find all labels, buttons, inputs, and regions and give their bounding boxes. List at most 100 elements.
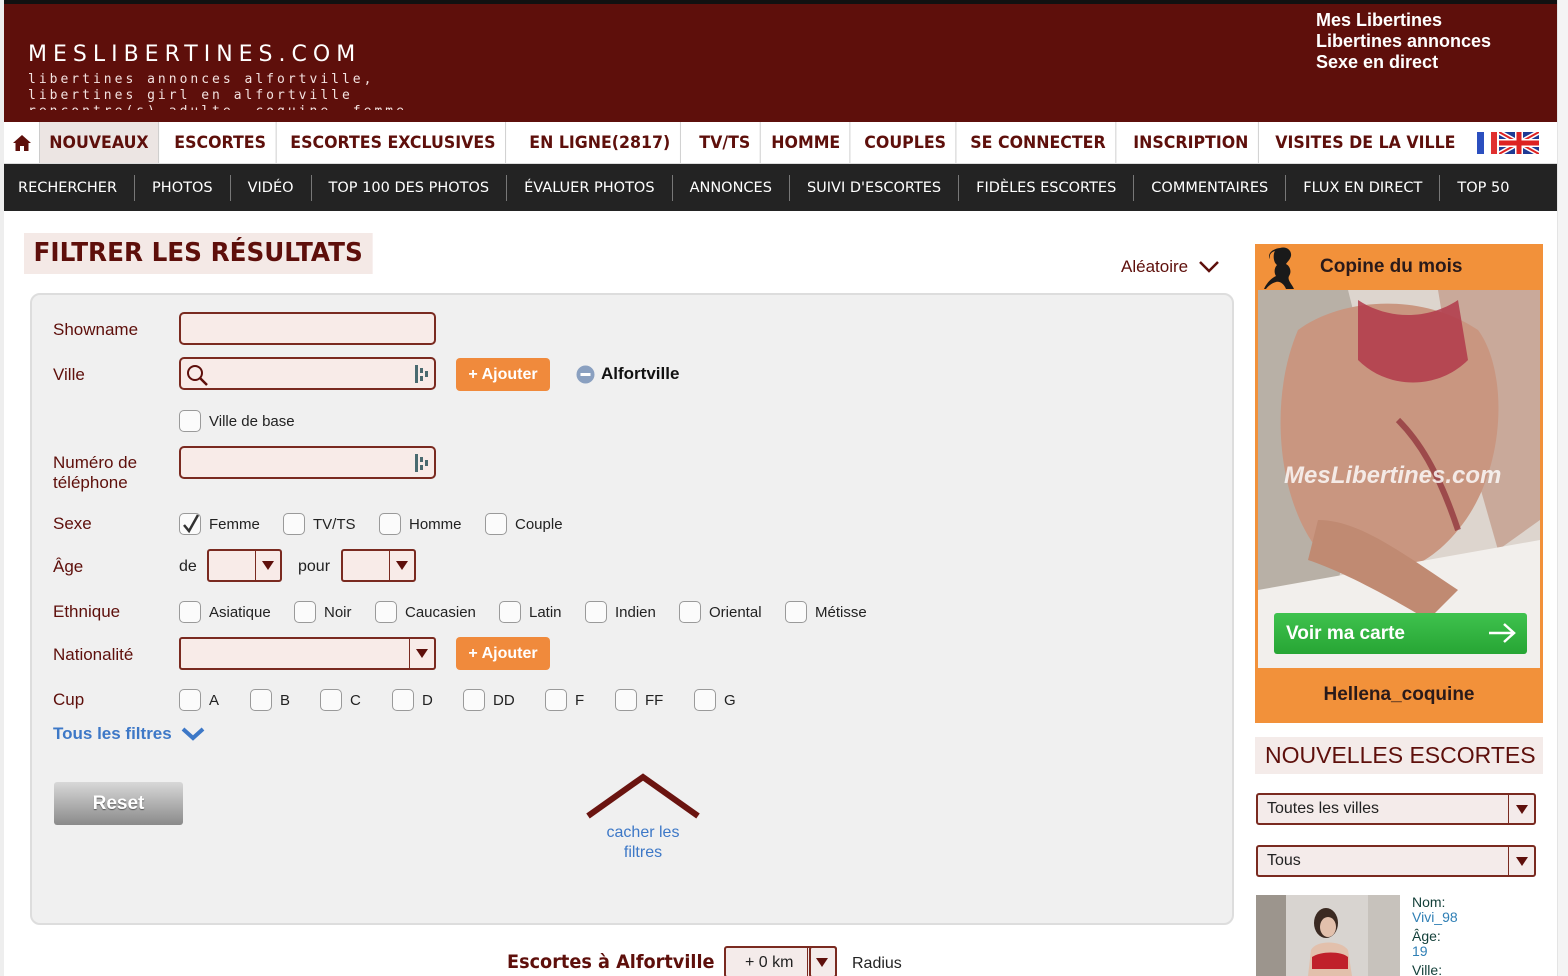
hide-filters-line2: filtres: [623, 844, 663, 861]
ethnique-option-label: Caucasien: [405, 603, 476, 621]
nav-tvts[interactable]: TV/TS: [690, 122, 761, 163]
nav-visites-ville[interactable]: VISITES DE LA VILLE: [1266, 122, 1465, 163]
ethnique-option-label: Métisse: [815, 603, 867, 621]
subnav-fideles[interactable]: FIDÈLES ESCORTES: [959, 174, 1135, 201]
header-link-mes-libertines[interactable]: Mes Libertines: [1316, 10, 1491, 31]
ethnique-option-label: Noir: [324, 603, 352, 621]
subnav-annonces[interactable]: ANNONCES: [673, 174, 790, 201]
profile-thumbnail[interactable]: [1256, 895, 1400, 976]
autofill-icon: [415, 365, 428, 383]
type-select[interactable]: Tous: [1256, 845, 1536, 877]
subnav-suivi[interactable]: SUIVI D'ESCORTES: [790, 174, 960, 201]
ville-input[interactable]: [179, 357, 436, 390]
profile-nom[interactable]: Vivi_98: [1412, 910, 1552, 925]
subnav-commentaires[interactable]: COMMENTAIRES: [1134, 174, 1287, 201]
ethnique-asiatique-checkbox[interactable]: Asiatique: [179, 601, 271, 623]
flag-uk-icon[interactable]: [1499, 132, 1539, 154]
remove-circle-icon[interactable]: [576, 365, 595, 384]
ethnique-caucasien-checkbox[interactable]: Caucasien: [375, 601, 476, 623]
all-filters-toggle[interactable]: Tous les filtres: [53, 724, 206, 744]
ville-de-base-checkbox[interactable]: Ville de base: [179, 410, 295, 432]
selected-city-name: Alfortville: [601, 364, 680, 383]
view-map-button[interactable]: Voir ma carte: [1274, 613, 1527, 654]
cup-d-checkbox[interactable]: D: [392, 689, 433, 711]
cup-option-label: G: [724, 691, 736, 709]
subnav-video[interactable]: VIDÉO: [231, 174, 312, 201]
checkbox-box: [250, 689, 272, 711]
vertical-scrollbar[interactable]: [1557, 0, 1568, 976]
caret-down-icon: [1515, 804, 1528, 814]
subnav-top100[interactable]: TOP 100 DES PHOTOS: [312, 174, 508, 201]
ethnique-oriental-checkbox[interactable]: Oriental: [679, 601, 762, 623]
nav-escortes-exclusives[interactable]: ESCORTES EXCLUSIVES: [281, 122, 507, 163]
ethnique-latin-checkbox[interactable]: Latin: [499, 601, 562, 623]
sexe-tvts-checkbox[interactable]: TV/TS: [283, 513, 356, 535]
nav-inscription[interactable]: INSCRIPTION: [1124, 122, 1259, 163]
cup-option-label: C: [350, 691, 361, 709]
phone-label-line1: Numéro de: [53, 453, 138, 472]
sexe-femme-checkbox[interactable]: Femme: [179, 513, 260, 535]
flag-france-icon[interactable]: [1475, 132, 1497, 154]
cup-f-checkbox[interactable]: F: [545, 689, 584, 711]
nav-en-ligne[interactable]: EN LIGNE(2817): [520, 122, 681, 163]
cup-c-checkbox[interactable]: C: [320, 689, 361, 711]
nav-escortes[interactable]: ESCORTES: [165, 122, 277, 163]
checkbox-box: [294, 601, 316, 623]
cup-dd-checkbox[interactable]: DD: [463, 689, 515, 711]
header-link-sexe-direct[interactable]: Sexe en direct: [1316, 52, 1491, 73]
featured-photo[interactable]: MesLibertines.com: [1258, 290, 1540, 668]
type-select-value: Tous: [1267, 852, 1301, 869]
age-to-select[interactable]: [341, 549, 416, 582]
view-map-label: Voir ma carte: [1286, 622, 1405, 644]
age-to-label: pour: [298, 558, 331, 575]
home-button[interactable]: [4, 122, 40, 163]
ethnique-option-label: Indien: [615, 603, 656, 621]
dropdown-arrow: [1508, 795, 1534, 823]
header-link-annonces[interactable]: Libertines annonces: [1316, 31, 1491, 52]
nav-nouveaux[interactable]: NOUVEAUX: [40, 122, 159, 163]
cup-ff-checkbox[interactable]: FF: [615, 689, 663, 711]
phone-input[interactable]: [179, 446, 436, 479]
sort-dropdown[interactable]: Aléatoire: [1121, 257, 1220, 277]
age-from-select[interactable]: [207, 549, 282, 582]
nav-homme[interactable]: HOMME: [762, 122, 851, 163]
checkbox-box: [283, 513, 305, 535]
sexe-homme-checkbox[interactable]: Homme: [379, 513, 462, 535]
checkmark-icon: [183, 514, 200, 534]
city-select[interactable]: Toutes les villes: [1256, 793, 1536, 825]
sexe-couple-checkbox[interactable]: Couple: [485, 513, 563, 535]
caret-down-icon: [815, 957, 828, 967]
profile-info: Nom: Vivi_98 Âge: 19 Ville:: [1412, 895, 1552, 976]
caret-down-icon: [262, 561, 274, 570]
photo-watermark: MesLibertines.com: [1284, 462, 1502, 489]
subnav-top50[interactable]: TOP 50: [1440, 175, 1526, 201]
hide-filters-toggle[interactable]: cacher les filtres: [586, 772, 700, 863]
nav-couples[interactable]: COUPLES: [855, 122, 956, 163]
subnav-rechercher[interactable]: RECHERCHER: [4, 174, 136, 201]
subnav-photos[interactable]: PHOTOS: [135, 174, 231, 201]
featured-name[interactable]: Hellena_coquine: [1255, 684, 1543, 706]
nav-se-connecter[interactable]: SE CONNECTER: [961, 122, 1116, 163]
reset-button[interactable]: Reset: [54, 782, 183, 825]
main-nav: NOUVEAUX ESCORTES ESCORTES EXCLUSIVES EN…: [4, 122, 1557, 164]
nationalite-select[interactable]: [179, 637, 436, 670]
cup-a-checkbox[interactable]: A: [179, 689, 219, 711]
cup-g-checkbox[interactable]: G: [694, 689, 736, 711]
radius-select[interactable]: + 0 km: [724, 946, 837, 976]
ethnique-noir-checkbox[interactable]: Noir: [294, 601, 352, 623]
profile-age-label: Âge:: [1412, 928, 1441, 944]
add-city-button[interactable]: + Ajouter: [456, 358, 550, 391]
phone-label: Numéro de téléphone: [53, 453, 137, 493]
showname-input[interactable]: [179, 312, 436, 345]
cup-b-checkbox[interactable]: B: [250, 689, 290, 711]
ethnique-indien-checkbox[interactable]: Indien: [585, 601, 656, 623]
ethnique-metisse-checkbox[interactable]: Métisse: [785, 601, 867, 623]
site-logo[interactable]: MESLIBERTINES.COM: [28, 42, 361, 67]
radius-arrow: [807, 946, 837, 976]
subnav-evaluer[interactable]: ÉVALUER PHOTOS: [507, 174, 673, 201]
add-nationality-button[interactable]: + Ajouter: [456, 637, 550, 670]
profile-ville-label: Ville:: [1412, 962, 1443, 976]
subnav-flux[interactable]: FLUX EN DIRECT: [1286, 174, 1441, 201]
sexe-homme-label: Homme: [409, 515, 462, 533]
dropdown-arrow: [409, 639, 434, 668]
